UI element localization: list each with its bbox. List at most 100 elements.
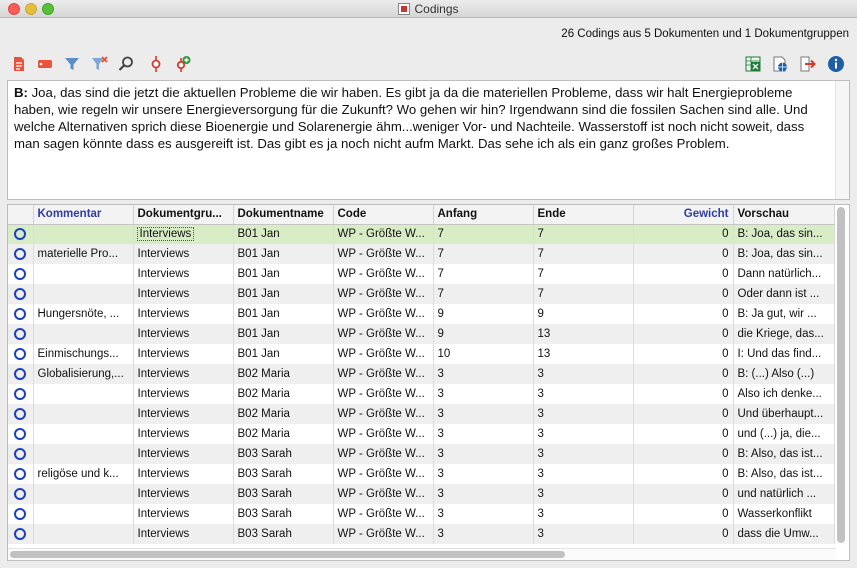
- horizontal-scroll-thumb[interactable]: [10, 551, 565, 558]
- coding-circle-cell[interactable]: [8, 264, 34, 284]
- cell-anfang[interactable]: 7: [433, 244, 534, 264]
- table-row[interactable]: Interviews B03 Sarah WP - Größte W... 3 3 0 un…: [8, 484, 835, 504]
- cell-vorschau[interactable]: Also ich denke...: [733, 384, 835, 404]
- cell-dokumentgruppe[interactable]: Interviews: [133, 244, 234, 264]
- table-row[interactable]: Interviews B03 Sarah WP - Größte W... 3 3 0 B:…: [8, 444, 835, 464]
- coding-circle-icon[interactable]: [14, 527, 27, 540]
- coding-circle-cell[interactable]: [8, 444, 34, 464]
- table-row[interactable]: materielle Pro... Interviews B01 Jan WP - G…: [8, 244, 835, 264]
- cell-kommentar[interactable]: [33, 324, 134, 344]
- cell-dokumentname[interactable]: B01 Jan: [233, 344, 334, 364]
- coding-circle-cell[interactable]: [8, 244, 34, 264]
- table-row[interactable]: Globalisierung,... Interviews B02 Maria WP …: [8, 364, 835, 384]
- cell-dokumentgruppe[interactable]: Interviews: [133, 444, 234, 464]
- cell-vorschau[interactable]: B: Also, das ist...: [733, 464, 835, 484]
- coding-circle-cell[interactable]: [8, 484, 34, 504]
- coding-circle-cell[interactable]: [8, 284, 34, 304]
- cell-code[interactable]: WP - Größte W...: [333, 244, 434, 264]
- cell-ende[interactable]: 7: [533, 224, 634, 244]
- cell-dokumentgruppe[interactable]: Interviews: [133, 384, 234, 404]
- table-row[interactable]: Interviews B02 Maria WP - Größte W... 3 3 0 u…: [8, 424, 835, 444]
- cell-dokumentgruppe[interactable]: Interviews: [133, 404, 234, 424]
- cell-dokumentname[interactable]: B01 Jan: [233, 244, 334, 264]
- cell-code[interactable]: WP - Größte W...: [333, 224, 434, 244]
- cell-dokumentgruppe[interactable]: Interviews: [133, 424, 234, 444]
- coding-circle-icon[interactable]: [14, 487, 27, 500]
- cell-kommentar[interactable]: materielle Pro...: [33, 244, 134, 264]
- cell-ende[interactable]: 3: [533, 484, 634, 504]
- table-row[interactable]: Einmischungs... Interviews B01 Jan WP - Grö…: [8, 344, 835, 364]
- coding-circle-icon[interactable]: [14, 447, 27, 460]
- cell-vorschau[interactable]: die Kriege, das...: [733, 324, 835, 344]
- cell-anfang[interactable]: 3: [433, 384, 534, 404]
- cell-code[interactable]: WP - Größte W...: [333, 524, 434, 544]
- cell-code[interactable]: WP - Größte W...: [333, 424, 434, 444]
- coding-circle-cell[interactable]: [8, 384, 34, 404]
- coding-circle-cell[interactable]: [8, 424, 34, 444]
- web-export-icon[interactable]: [769, 52, 791, 76]
- cell-dokumentname[interactable]: B01 Jan: [233, 284, 334, 304]
- cell-anfang[interactable]: 7: [433, 224, 534, 244]
- cell-dokumentname[interactable]: B01 Jan: [233, 324, 334, 344]
- coding-circle-icon[interactable]: [14, 387, 27, 400]
- cell-anfang[interactable]: 3: [433, 504, 534, 524]
- cell-dokumentname[interactable]: B01 Jan: [233, 224, 334, 244]
- cell-gewicht[interactable]: 0: [633, 264, 734, 284]
- cell-code[interactable]: WP - Größte W...: [333, 324, 434, 344]
- cell-vorschau[interactable]: B: (...) Also (...): [733, 364, 835, 384]
- cell-code[interactable]: WP - Größte W...: [333, 284, 434, 304]
- cell-gewicht[interactable]: 0: [633, 224, 734, 244]
- column-header-dokumentgruppe[interactable]: Dokumentgru...: [133, 205, 234, 225]
- cell-code[interactable]: WP - Größte W...: [333, 384, 434, 404]
- table-row[interactable]: Interviews B01 Jan WP - Größte W... 9 13 0 die…: [8, 324, 835, 344]
- cell-vorschau[interactable]: dass die Umw...: [733, 524, 835, 544]
- table-row[interactable]: Interviews B03 Sarah WP - Größte W... 3 3 0 Wa…: [8, 504, 835, 524]
- cell-dokumentgruppe[interactable]: Interviews: [133, 464, 234, 484]
- cell-kommentar[interactable]: [33, 504, 134, 524]
- cell-code[interactable]: WP - Größte W...: [333, 364, 434, 384]
- clear-filter-icon[interactable]: [88, 52, 110, 76]
- filter-icon[interactable]: [61, 52, 83, 76]
- cell-gewicht[interactable]: 0: [633, 384, 734, 404]
- cell-ende[interactable]: 13: [533, 324, 634, 344]
- cell-vorschau[interactable]: B: Also, das ist...: [733, 444, 835, 464]
- column-header-code[interactable]: Code: [333, 205, 434, 225]
- cell-dokumentname[interactable]: B03 Sarah: [233, 484, 334, 504]
- cell-ende[interactable]: 3: [533, 424, 634, 444]
- coding-circle-icon[interactable]: [14, 347, 27, 360]
- cell-vorschau[interactable]: B: Joa, das sin...: [733, 244, 835, 264]
- text-preview[interactable]: B: Joa, das sind die jetzt die aktuellen…: [7, 80, 850, 200]
- cell-vorschau[interactable]: B: Ja gut, wir ...: [733, 304, 835, 324]
- cell-gewicht[interactable]: 0: [633, 464, 734, 484]
- cell-anfang[interactable]: 3: [433, 424, 534, 444]
- cell-kommentar[interactable]: Globalisierung,...: [33, 364, 134, 384]
- cell-ende[interactable]: 3: [533, 404, 634, 424]
- cell-kommentar[interactable]: Hungersnöte, ...: [33, 304, 134, 324]
- cell-kommentar[interactable]: [33, 524, 134, 544]
- cell-kommentar[interactable]: [33, 424, 134, 444]
- coding-circle-icon[interactable]: [14, 427, 27, 440]
- cell-anfang[interactable]: 9: [433, 324, 534, 344]
- add-code-icon[interactable]: [172, 52, 194, 76]
- cell-vorschau[interactable]: Dann natürlich...: [733, 264, 835, 284]
- column-header-ende[interactable]: Ende: [533, 205, 634, 225]
- cell-dokumentname[interactable]: B03 Sarah: [233, 464, 334, 484]
- coding-circle-cell[interactable]: [8, 324, 34, 344]
- table-row[interactable]: Interviews B01 Jan WP - Größte W... 7 7 0 Dann…: [8, 264, 835, 284]
- cell-dokumentgruppe[interactable]: Interviews: [133, 224, 234, 244]
- cell-gewicht[interactable]: 0: [633, 404, 734, 424]
- cell-kommentar[interactable]: religöse und k...: [33, 464, 134, 484]
- cell-anfang[interactable]: 3: [433, 524, 534, 544]
- cell-anfang[interactable]: 3: [433, 404, 534, 424]
- cell-ende[interactable]: 3: [533, 444, 634, 464]
- coding-circle-cell[interactable]: [8, 344, 34, 364]
- cell-anfang[interactable]: 3: [433, 464, 534, 484]
- table-horizontal-scrollbar[interactable]: [8, 548, 836, 560]
- cell-vorschau[interactable]: B: Joa, das sin...: [733, 224, 835, 244]
- table-row[interactable]: Hungersnöte, ... Interviews B01 Jan WP - Gr…: [8, 304, 835, 324]
- cell-gewicht[interactable]: 0: [633, 244, 734, 264]
- cell-dokumentgruppe[interactable]: Interviews: [133, 304, 234, 324]
- coding-circle-cell[interactable]: [8, 404, 34, 424]
- cell-dokumentgruppe[interactable]: Interviews: [133, 484, 234, 504]
- cell-dokumentname[interactable]: B02 Maria: [233, 404, 334, 424]
